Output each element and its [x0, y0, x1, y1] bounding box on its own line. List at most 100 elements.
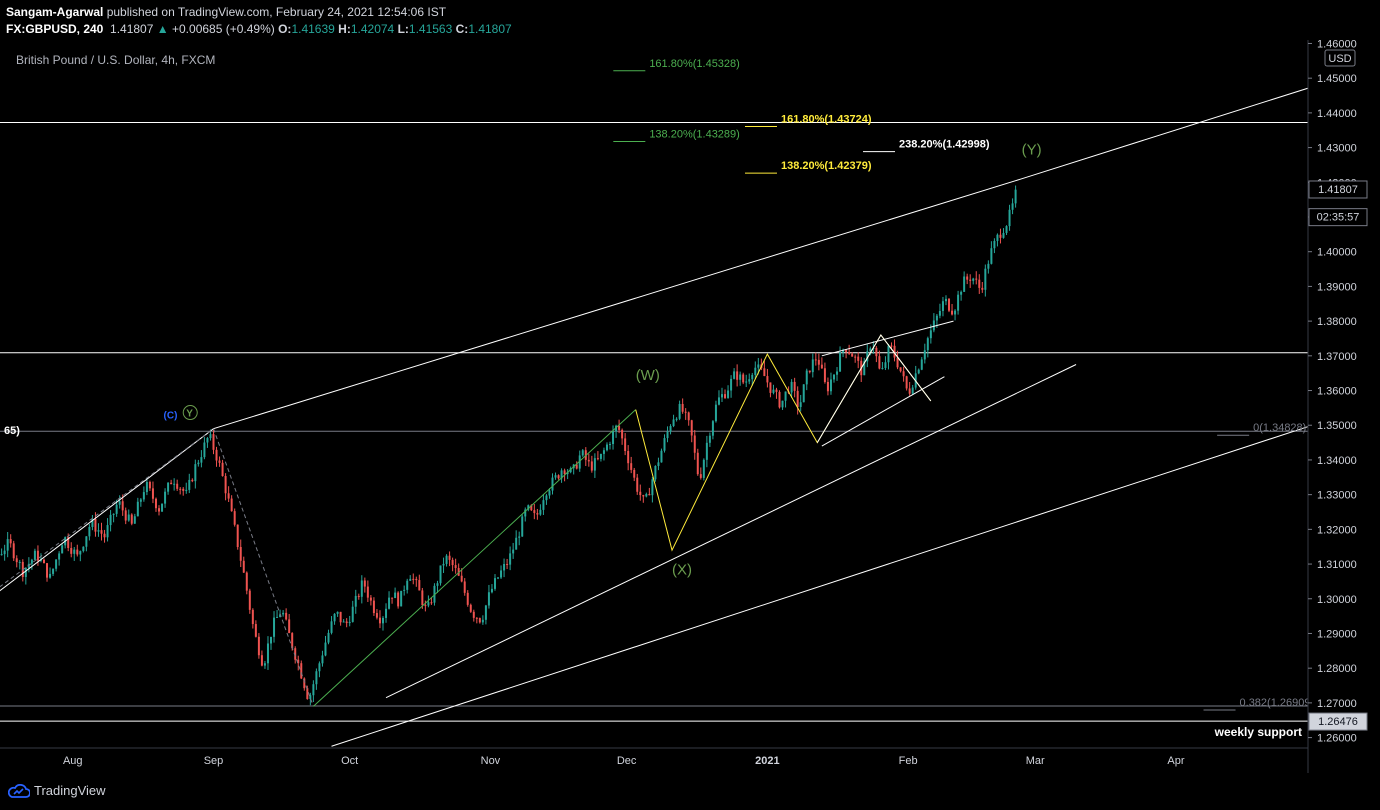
candle-body — [542, 500, 545, 510]
candle-body — [642, 495, 645, 497]
candle-body — [330, 621, 333, 633]
trend-line — [331, 426, 1308, 747]
candle-body — [999, 234, 1002, 238]
candle-body — [733, 371, 736, 379]
candle-body — [118, 501, 121, 505]
candle-body — [79, 551, 82, 555]
price-tick-label: 1.46000 — [1317, 40, 1357, 50]
wave-label: (Y) — [1022, 142, 1042, 159]
time-tick-label: Oct — [341, 755, 358, 767]
candle-body — [935, 315, 938, 321]
candle-body — [251, 609, 254, 625]
candle-body — [154, 498, 157, 509]
candle-body — [881, 367, 884, 369]
candle-body — [403, 589, 406, 591]
candle-body — [875, 347, 878, 357]
tradingview-logo[interactable]: TradingView — [8, 783, 106, 798]
candle-body — [0, 554, 3, 556]
candle-body — [451, 559, 454, 566]
time-tick-label: Dec — [617, 755, 637, 767]
candle-body — [944, 298, 947, 302]
candle-body — [651, 479, 654, 496]
price-tick-label: 1.29000 — [1317, 628, 1357, 640]
candle-body — [448, 555, 451, 560]
wave-label: (X) — [672, 561, 692, 578]
high-label: H: — [338, 22, 351, 36]
price-tick-label: 1.37000 — [1317, 351, 1357, 363]
candle-body — [781, 400, 784, 408]
candle-body — [581, 450, 584, 456]
candle-body — [130, 514, 133, 524]
candle-body — [30, 559, 33, 564]
candle-body — [645, 493, 648, 497]
candle-body — [693, 435, 696, 453]
price-tick-label: 1.45000 — [1317, 73, 1357, 85]
candle-body — [109, 514, 112, 526]
candle-body — [493, 578, 496, 589]
candle-body — [660, 450, 663, 463]
candle-body — [418, 580, 421, 591]
price-badge-label: 1.26476 — [1318, 716, 1358, 728]
candle-body — [793, 381, 796, 391]
candle-body — [790, 381, 793, 393]
candle-body — [908, 388, 911, 394]
candle-body — [161, 503, 164, 512]
candle-body — [142, 492, 145, 500]
candle-body — [657, 462, 660, 466]
author-name[interactable]: Sangam-Agarwal — [6, 5, 103, 19]
candle-body — [887, 345, 890, 363]
candle-body — [948, 298, 951, 311]
candle-body — [327, 632, 330, 643]
candle-body — [890, 345, 893, 347]
tradingview-brand: TradingView — [34, 783, 106, 798]
candle-body — [720, 394, 723, 398]
candle-body — [227, 493, 230, 499]
candle-body — [878, 356, 881, 369]
candle-body — [478, 618, 481, 623]
candle-body — [127, 514, 130, 521]
candle-body — [923, 350, 926, 360]
candle-body — [754, 367, 757, 375]
candle-body — [257, 636, 260, 656]
candle-body — [369, 597, 372, 601]
price-tick-label: 1.40000 — [1317, 247, 1357, 259]
candle-body — [206, 438, 209, 443]
candle-body — [224, 476, 227, 494]
candle-body — [336, 611, 339, 614]
wave-label: (C) — [164, 410, 178, 421]
candle-body — [3, 550, 6, 555]
candle-body — [188, 479, 191, 490]
candle-body — [739, 374, 742, 380]
price-tick-label: 1.39000 — [1317, 281, 1357, 293]
candle-body — [270, 636, 273, 644]
candle-body — [648, 493, 651, 496]
candle-body — [472, 611, 475, 618]
time-tick-label: Aug — [63, 755, 83, 767]
price-chart[interactable]: 161.80%(1.45328) 138.20%(1.43289) 161.80%(… — [0, 40, 1380, 775]
candle-body — [969, 279, 972, 281]
candle-body — [609, 444, 612, 446]
candle-body — [363, 580, 366, 587]
candle-body — [993, 240, 996, 249]
candle-body — [463, 581, 466, 593]
candle-body — [236, 524, 239, 548]
trend-line — [821, 376, 945, 447]
candle-body — [145, 482, 148, 493]
candle-body — [515, 537, 518, 550]
candle-body — [805, 370, 808, 385]
time-tick-label: Feb — [899, 755, 918, 767]
candle-body — [814, 359, 817, 361]
candle-body — [717, 397, 720, 405]
candle-body — [672, 419, 675, 427]
candle-body — [654, 465, 657, 480]
candle-body — [854, 356, 857, 358]
candle-body — [621, 429, 624, 439]
change-value: +0.00685 (+0.49%) — [172, 22, 275, 36]
price-tick-label: 1.34000 — [1317, 455, 1357, 467]
candle-body — [630, 463, 633, 470]
candle-body — [487, 592, 490, 606]
candle-body — [811, 359, 814, 373]
candle-body — [85, 536, 88, 547]
fib-level-label: 161.80%(1.43724) — [781, 113, 872, 125]
published-text: published on TradingView.com, February 2… — [106, 5, 447, 19]
